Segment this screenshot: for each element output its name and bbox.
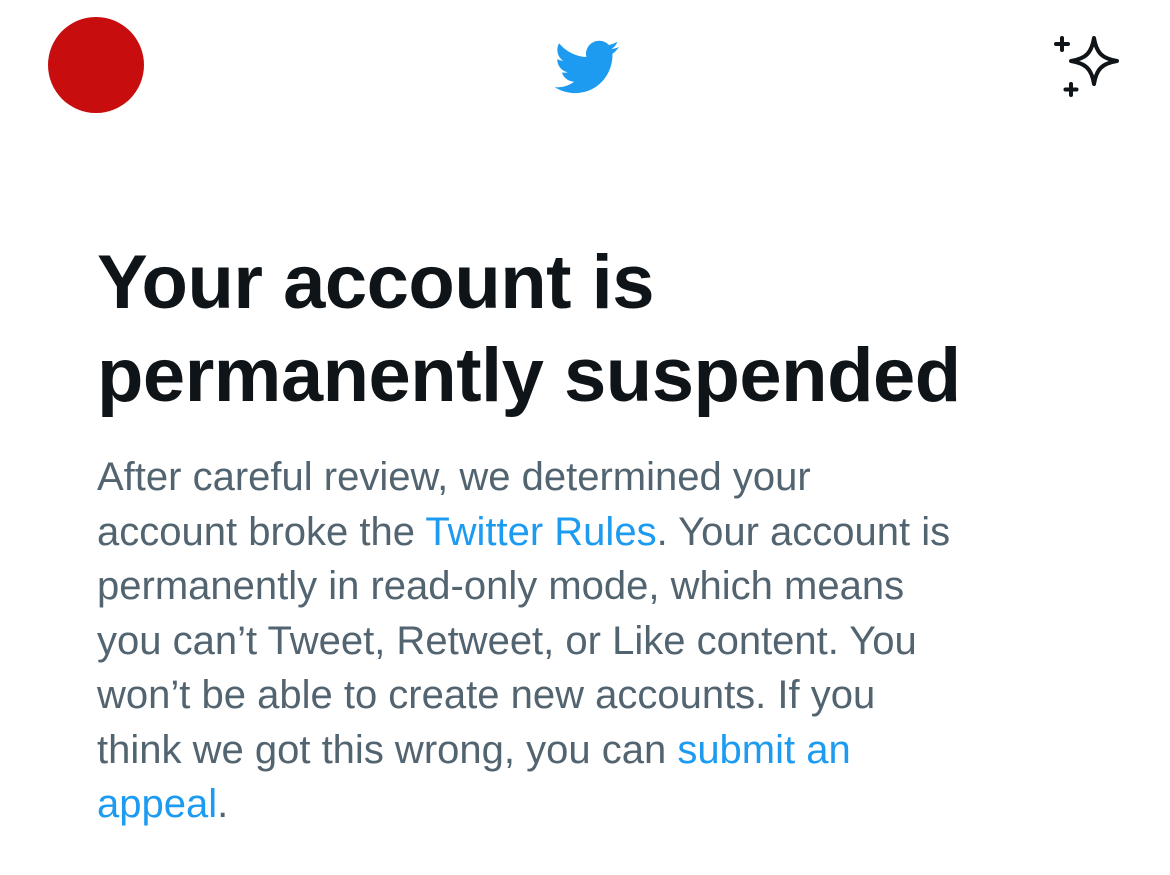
avatar[interactable] — [48, 17, 144, 113]
page-title: Your account is permanently suspended — [97, 236, 1097, 422]
message-line-2-end: . Your account is — [656, 509, 951, 554]
title-line-1: Your account is — [97, 240, 654, 325]
appeal-link-text-1[interactable]: submit an — [677, 728, 850, 772]
message-line-5: won’t be able to create new accounts. If… — [97, 673, 876, 717]
title-line-2: permanently suspended — [97, 333, 961, 418]
sparkle-icon[interactable] — [1050, 33, 1122, 101]
message-line-4: you can’t Tweet, Retweet, or Like conten… — [97, 618, 917, 663]
twitter-rules-link[interactable]: Twitter Rules — [425, 510, 656, 554]
message-line-6-start: think we got this wrong, you can — [97, 727, 678, 772]
suspension-message: After careful review, we determined your… — [97, 450, 1097, 832]
appeal-link-text-2[interactable]: appeal — [97, 782, 217, 826]
message-line-1: After careful review, we determined your — [97, 455, 811, 499]
message-line-2-start: account broke the — [97, 509, 426, 554]
message-end-period: . — [217, 782, 229, 826]
message-line-3: permanently in read-only mode, which mea… — [97, 564, 905, 608]
twitter-bird-icon — [554, 40, 619, 94]
